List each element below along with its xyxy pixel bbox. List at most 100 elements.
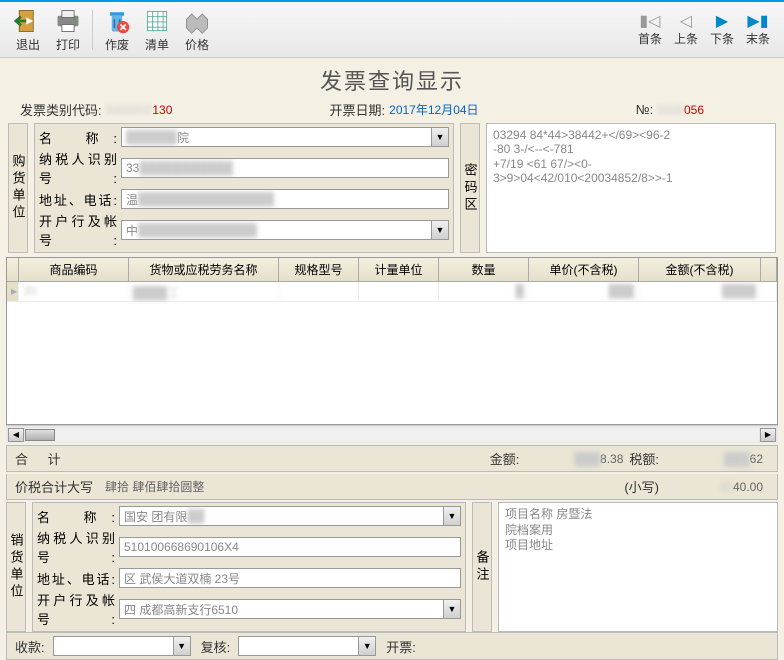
scroll-left-button[interactable]: ◀ — [8, 428, 24, 442]
sk-input[interactable] — [53, 636, 173, 656]
exit-icon — [14, 7, 42, 35]
type-code-value: 130 — [152, 103, 172, 117]
seller-name-label: 名 称 — [37, 507, 119, 526]
fh-input[interactable] — [238, 636, 358, 656]
type-code-label: 发票类别代码: — [20, 100, 102, 119]
col-amount[interactable]: 金额(不含税) — [639, 258, 761, 281]
buyer-tax-input[interactable]: 33███████████ — [121, 158, 449, 178]
buyer-name-label: 名 称 — [39, 128, 121, 147]
cell-name[interactable]: ████工 — [129, 282, 279, 301]
last-label: 末条 — [746, 30, 770, 47]
buyer-name-dropdown[interactable]: ▼ — [431, 127, 449, 147]
print-label: 打印 — [56, 36, 80, 53]
daxie-row: 价税合计大写 肆拾 肆佰肆拾圆整 (小写) 4240.00 — [6, 474, 778, 500]
invoice-no-value: 056 — [684, 103, 704, 117]
seller-section-label: 销货单位 — [6, 502, 26, 632]
buyer-addr-label: 地址、电话 — [39, 190, 121, 209]
remarks-content[interactable]: 项目名称 房暨法 院档案用 项目地址 — [499, 503, 777, 631]
cell-spec[interactable] — [279, 282, 359, 301]
last-icon: ▶▮ — [747, 12, 769, 30]
table-row[interactable]: ▸ 30 ████工 █ ███ ████ — [7, 282, 777, 302]
buyer-bank-dropdown[interactable]: ▼ — [431, 220, 449, 240]
header-row: 发票类别代码: 5000002 130 开票日期: 2017年12月04日 №:… — [0, 98, 784, 121]
cell-unit[interactable] — [359, 282, 439, 301]
first-record-button[interactable]: ▮◁ 首条 — [632, 10, 668, 49]
col-unit[interactable]: 计量单位 — [359, 258, 439, 281]
issue-date-value: 2017年12月04日 — [389, 101, 478, 118]
void-icon — [103, 7, 131, 35]
last-record-button[interactable]: ▶▮ 末条 — [740, 10, 776, 49]
grid-header: 商品编码 货物或应税劳务名称 规格型号 计量单位 数量 单价(不含税) 金额(不… — [7, 258, 777, 282]
price-button[interactable]: 价格 — [177, 5, 217, 55]
grid-body[interactable]: ▸ 30 ████工 █ ███ ████ — [7, 282, 777, 424]
exit-label: 退出 — [16, 36, 40, 53]
col-code[interactable]: 商品编码 — [19, 258, 129, 281]
seller-name-dropdown[interactable]: ▼ — [443, 506, 461, 526]
exit-button[interactable]: 退出 — [8, 5, 48, 55]
scroll-thumb[interactable] — [25, 429, 55, 441]
cipher-section-label: 密码区 — [460, 123, 480, 253]
grid-row-selector-header — [7, 258, 19, 281]
prev-record-button[interactable]: ◁ 上条 — [668, 10, 704, 49]
list-button[interactable]: 清单 — [137, 5, 177, 55]
kp-label: 开票: — [386, 637, 416, 656]
invoice-no-hidden: 0000 — [657, 103, 684, 117]
cipher-box: 03294 84*44>38442+</69><96-2 -80 3-/<--<… — [486, 123, 776, 253]
remarks-line: 项目地址 — [505, 538, 771, 554]
seller-addr-label: 地址、电话 — [37, 569, 119, 588]
next-icon: ▶ — [711, 12, 733, 30]
prev-icon: ◁ — [675, 12, 697, 30]
col-name[interactable]: 货物或应税劳务名称 — [129, 258, 279, 281]
tax-label: 税额: — [629, 449, 659, 468]
col-price[interactable]: 单价(不含税) — [529, 258, 639, 281]
main-toolbar: 退出 打印 作废 清单 价格 ▮◁ 首条 ◁ 上条 ▶ 下条 ▶▮ 末条 — [0, 2, 784, 58]
sk-label: 收款: — [15, 637, 45, 656]
buyer-section-label: 购货单位 — [8, 123, 28, 253]
seller-tax-label: 纳税人识别号 — [37, 528, 119, 566]
row-indicator: ▸ — [7, 282, 19, 301]
void-label: 作废 — [105, 36, 129, 53]
list-label: 清单 — [145, 36, 169, 53]
seller-name-input[interactable]: 国安 团有限██ — [119, 506, 443, 526]
buyer-tax-label: 纳税人识别号 — [39, 149, 121, 187]
cell-price[interactable]: ███ — [529, 282, 639, 301]
col-qty[interactable]: 数量 — [439, 258, 529, 281]
xiaoxie-value: 4240.00 — [659, 480, 769, 494]
next-record-button[interactable]: ▶ 下条 — [704, 10, 740, 49]
void-button[interactable]: 作废 — [97, 5, 137, 55]
page-title: 发票查询显示 — [0, 58, 784, 98]
cell-code[interactable]: 30 — [19, 282, 129, 301]
amount-label: 金额: — [490, 449, 520, 468]
remarks-line: 院档案用 — [505, 523, 771, 539]
buyer-name-input[interactable]: ██████院 — [121, 127, 431, 147]
scroll-right-button[interactable]: ▶ — [760, 428, 776, 442]
seller-bank-dropdown[interactable]: ▼ — [443, 599, 461, 619]
first-icon: ▮◁ — [639, 12, 661, 30]
seller-bank-input[interactable]: 四 成都高新支行6510 — [119, 599, 443, 619]
amount-value: ███8.38 — [519, 452, 629, 466]
next-label: 下条 — [710, 30, 734, 47]
buyer-addr-input[interactable]: 温████████████████ — [121, 189, 449, 209]
fh-dropdown[interactable]: ▼ — [358, 636, 376, 656]
cipher-line: +7/19 <61 67/><0- — [493, 157, 769, 171]
items-grid: 商品编码 货物或应税劳务名称 规格型号 计量单位 数量 单价(不含税) 金额(不… — [6, 257, 778, 425]
buyer-bank-input[interactable]: 中██████████████ — [121, 220, 431, 240]
invoice-no-label: №: — [636, 102, 654, 117]
heji-label: 合 计 — [15, 449, 69, 468]
seller-fields: 名 称 国安 团有限██▼ 纳税人识别号 510100668690106X4 地… — [32, 502, 466, 632]
footer-row: 收款: ▼ 复核: ▼ 开票: — [6, 632, 778, 660]
xiaoxie-label: (小写) — [624, 477, 659, 496]
print-button[interactable]: 打印 — [48, 5, 88, 55]
seller-tax-input[interactable]: 510100668690106X4 — [119, 537, 461, 557]
totals-row: 合 计 金额: ███8.38 税额: ███62 — [6, 445, 778, 472]
cell-qty[interactable]: █ — [439, 282, 529, 301]
cell-amount[interactable]: ████ — [639, 282, 761, 301]
seller-addr-input[interactable]: 区 武侯大道双楠 23号 — [119, 568, 461, 588]
tax-value: ███62 — [659, 452, 769, 466]
sk-dropdown[interactable]: ▼ — [173, 636, 191, 656]
seller-bank-label: 开户行及帐号 — [37, 590, 119, 628]
col-spec[interactable]: 规格型号 — [279, 258, 359, 281]
list-icon — [143, 7, 171, 35]
grid-hscroll[interactable]: ◀ ▶ — [6, 425, 778, 443]
scroll-track[interactable] — [25, 428, 759, 442]
